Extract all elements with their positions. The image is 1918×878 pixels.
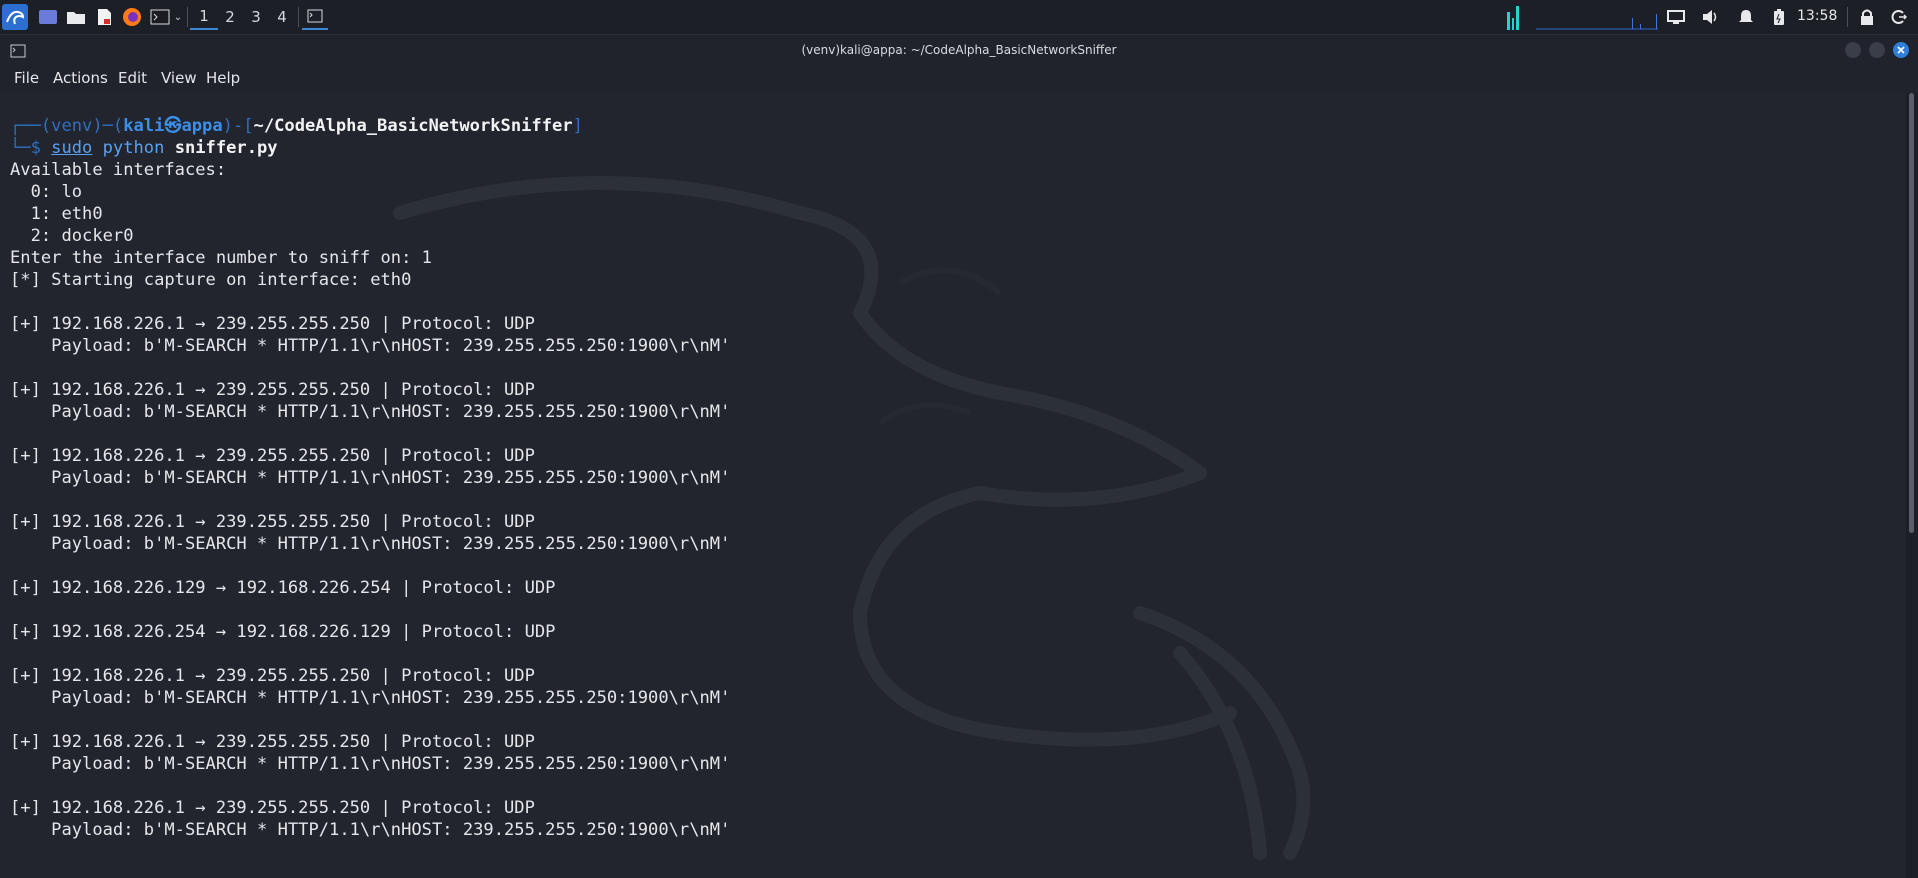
terminal-line: [*] Starting capture on interface: eth0 xyxy=(10,270,412,290)
terminal-line: 0: lo xyxy=(10,182,83,202)
terminal-line: Payload: b'M-SEARCH * HTTP/1.1\r\nHOST: … xyxy=(10,468,731,488)
terminal-line: [+] 192.168.226.254 → 192.168.226.129 | … xyxy=(10,622,556,642)
terminal-line: [+] 192.168.226.1 → 239.255.255.250 | Pr… xyxy=(10,314,535,334)
workspace-2[interactable]: 2 xyxy=(216,4,244,30)
terminal-line: Payload: b'M-SEARCH * HTTP/1.1\r\nHOST: … xyxy=(10,820,731,840)
workspace-4[interactable]: 4 xyxy=(268,4,296,30)
kali-menu-icon[interactable] xyxy=(2,4,28,30)
terminal-line: 2: docker0 xyxy=(10,226,134,246)
workspace-3[interactable]: 3 xyxy=(242,4,270,30)
menu-view[interactable]: View xyxy=(161,69,197,87)
terminal-line: Payload: b'M-SEARCH * HTTP/1.1\r\nHOST: … xyxy=(10,754,731,774)
terminal-line: [+] 192.168.226.1 → 239.255.255.250 | Pr… xyxy=(10,512,535,532)
panel-separator xyxy=(298,7,299,27)
top-panel: ⌄ 1 2 3 4 13:58 xyxy=(0,0,1918,35)
prompt-line-2: └─$ sudo python sniffer.py xyxy=(10,138,278,158)
window-titlebar[interactable]: (venv)kali@appa: ~/CodeAlpha_BasicNetwor… xyxy=(0,35,1918,65)
terminal-line: Available interfaces: xyxy=(10,160,227,180)
terminal-line: [+] 192.168.226.1 → 239.255.255.250 | Pr… xyxy=(10,446,535,466)
text-editor-icon[interactable] xyxy=(92,4,116,30)
logout-icon[interactable] xyxy=(1888,4,1910,30)
chevron-down-icon[interactable]: ⌄ xyxy=(172,4,184,30)
scrollbar-thumb[interactable] xyxy=(1909,93,1914,533)
terminal-line: Payload: b'M-SEARCH * HTTP/1.1\r\nHOST: … xyxy=(10,336,731,356)
panel-separator xyxy=(1847,7,1848,27)
menu-help[interactable]: Help xyxy=(206,69,240,87)
maximize-button[interactable] xyxy=(1869,42,1885,58)
terminal-line: Payload: b'M-SEARCH * HTTP/1.1\r\nHOST: … xyxy=(10,402,731,422)
minimize-button[interactable] xyxy=(1845,42,1861,58)
panel-separator xyxy=(187,7,188,27)
prompt-user-host: kali㉿appa xyxy=(123,116,223,136)
display-icon[interactable] xyxy=(1664,4,1688,30)
prompt-cwd: ~/CodeAlpha_BasicNetworkSniffer xyxy=(253,116,573,136)
terminal-scrollbar[interactable] xyxy=(1906,93,1918,878)
volume-icon[interactable] xyxy=(1699,4,1723,30)
network-graph-icon xyxy=(1536,4,1658,30)
clock[interactable]: 13:58 xyxy=(1797,8,1837,24)
lock-icon[interactable] xyxy=(1856,4,1878,30)
terminal-line: [+] 192.168.226.1 → 239.255.255.250 | Pr… xyxy=(10,666,535,686)
close-button[interactable] xyxy=(1893,42,1909,58)
window-title: (venv)kali@appa: ~/CodeAlpha_BasicNetwor… xyxy=(801,43,1117,57)
terminal-line: [+] 192.168.226.1 → 239.255.255.250 | Pr… xyxy=(10,798,535,818)
menu-bar: File Actions Edit View Help xyxy=(0,65,1918,93)
terminal-line: [+] 192.168.226.1 → 239.255.255.250 | Pr… xyxy=(10,732,535,752)
prompt-line-1: ┌──(venv)─(kali㉿appa)-[~/CodeAlpha_Basic… xyxy=(10,116,583,136)
terminal-line: [+] 192.168.226.1 → 239.255.255.250 | Pr… xyxy=(10,380,535,400)
terminal-line: 1: eth0 xyxy=(10,204,103,224)
menu-edit[interactable]: Edit xyxy=(118,69,147,87)
cpu-graph-icon xyxy=(1505,4,1533,30)
terminal-line: [+] 192.168.226.129 → 192.168.226.254 | … xyxy=(10,578,556,598)
workspace-1[interactable]: 1 xyxy=(190,4,218,30)
terminal-area[interactable]: ┌──(venv)─(kali㉿appa)-[~/CodeAlpha_Basic… xyxy=(0,93,1906,878)
file-manager-icon[interactable] xyxy=(64,4,88,30)
terminal-icon[interactable] xyxy=(148,4,172,30)
menu-actions[interactable]: Actions xyxy=(53,69,108,87)
close-icon xyxy=(1897,46,1905,54)
desktop-icon[interactable] xyxy=(36,4,60,30)
terminal-line: Payload: b'M-SEARCH * HTTP/1.1\r\nHOST: … xyxy=(10,534,731,554)
terminal-line: Enter the interface number to sniff on: … xyxy=(10,248,432,268)
menu-file[interactable]: File xyxy=(14,69,39,87)
notification-bell-icon[interactable] xyxy=(1734,4,1758,30)
firefox-icon[interactable] xyxy=(120,4,144,30)
terminal-line: Payload: b'M-SEARCH * HTTP/1.1\r\nHOST: … xyxy=(10,688,731,708)
terminal-window-icon[interactable] xyxy=(302,4,328,30)
battery-icon xyxy=(1768,4,1790,30)
